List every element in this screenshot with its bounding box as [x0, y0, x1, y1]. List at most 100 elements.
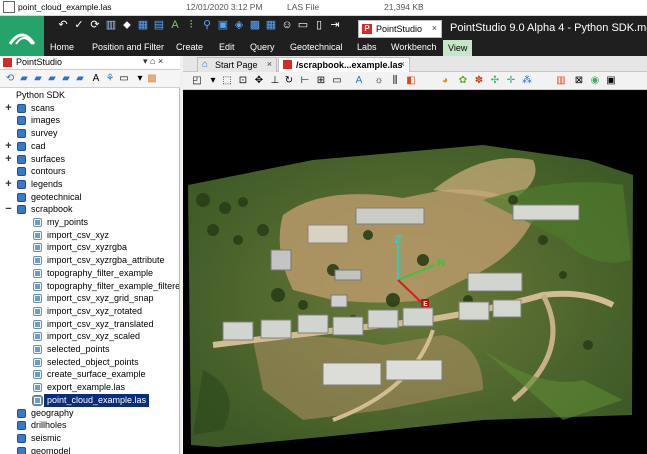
layout-icon[interactable]: ▯	[312, 18, 326, 32]
axis-icon[interactable]: ⊥	[269, 75, 281, 87]
book-icon[interactable]: ▩	[248, 18, 262, 32]
expand-icon[interactable]: +	[4, 140, 13, 152]
tree-item[interactable]: import_csv_xyz_translated	[0, 318, 179, 331]
pin-icon[interactable]: ⚲	[200, 18, 214, 32]
rotate-icon[interactable]: ↻	[283, 75, 295, 87]
tree-item[interactable]: + scans	[0, 102, 179, 115]
menu-labs[interactable]: Labs	[357, 42, 377, 52]
run-icon[interactable]: ✓	[72, 18, 86, 32]
network-icon[interactable]: ✣	[489, 75, 501, 87]
menu-view[interactable]: View	[443, 40, 473, 56]
folder-icon[interactable]: ▰	[46, 73, 58, 85]
tree-item[interactable]: import_csv_xyzrgba	[0, 241, 179, 254]
tab-point-cloud[interactable]: /scrapbook...example.las ×	[278, 57, 410, 72]
text-icon[interactable]: A	[90, 73, 102, 85]
folder-open-icon[interactable]: ▰	[18, 73, 30, 85]
tree-item[interactable]: contours	[0, 165, 179, 178]
menu-home[interactable]: Home	[50, 42, 74, 52]
tree-item[interactable]: import_csv_xyz	[0, 229, 179, 242]
bars-icon[interactable]: ⫼	[389, 75, 401, 87]
tree-item[interactable]: geotechnical	[0, 191, 179, 204]
pan-icon[interactable]: ✥	[253, 75, 265, 87]
user-icon[interactable]: ☺	[280, 18, 294, 32]
point-cloud-render[interactable]: Z N E	[183, 90, 647, 454]
menu-workbench[interactable]: Workbench	[391, 42, 436, 52]
expand-icon[interactable]: +	[4, 102, 13, 114]
pointstudio-window-tab[interactable]: P PointStudio ×	[358, 20, 442, 38]
view-cube-icon[interactable]: ◰	[191, 75, 203, 87]
pattern-icon[interactable]: ▩	[146, 73, 158, 85]
tree-item[interactable]: my_points	[0, 216, 179, 229]
cube-icon[interactable]: ◈	[232, 18, 246, 32]
clipboard-icon[interactable]: ▣	[216, 18, 230, 32]
app-logo[interactable]	[0, 16, 44, 56]
text-icon[interactable]: A	[353, 75, 365, 87]
undo-icon[interactable]: ↶	[56, 18, 70, 32]
grid-icon[interactable]: ▤	[152, 18, 166, 32]
display-icon[interactable]: ▭	[296, 18, 310, 32]
tree-item[interactable]: drillholes	[0, 419, 179, 432]
menu-edit[interactable]: Edit	[219, 42, 235, 52]
bars-icon[interactable]: ▥	[104, 18, 118, 32]
menu-geotechnical[interactable]: Geotechnical	[290, 42, 343, 52]
tree-item[interactable]: import_csv_xyzrgba_attribute	[0, 254, 179, 267]
tree-item[interactable]: geomodel	[0, 445, 179, 454]
tree-root[interactable]: Python SDK	[0, 89, 179, 102]
select-rect-icon[interactable]: ▭	[118, 73, 130, 85]
tree-item[interactable]: create_surface_example	[0, 368, 179, 381]
explorer-file-row[interactable]: point_cloud_example.las 12/01/2020 3:12 …	[0, 0, 647, 16]
tree-item[interactable]: survey	[0, 127, 179, 140]
close-icon[interactable]: ×	[400, 59, 405, 69]
tree-item[interactable]: geography	[0, 407, 179, 420]
snap-icon[interactable]: ✛	[505, 75, 517, 87]
light-icon[interactable]: ☼	[373, 75, 385, 87]
zoom-window-icon[interactable]: ⬚	[221, 75, 233, 87]
tree-item[interactable]: selected_object_points	[0, 356, 179, 369]
tree-item[interactable]: topography_filter_example_filtered	[0, 280, 179, 293]
layers-icon[interactable]: ▦	[136, 18, 150, 32]
tree-item[interactable]: topography_filter_example	[0, 267, 179, 280]
tree-item[interactable]: import_csv_xyz_rotated	[0, 305, 179, 318]
tree-item[interactable]: import_csv_xyz_grid_snap	[0, 292, 179, 305]
tree-item-selected[interactable]: point_cloud_example.las	[0, 393, 179, 407]
paint-icon[interactable]: ✽	[473, 75, 485, 87]
menu-query[interactable]: Query	[250, 42, 275, 52]
record-icon[interactable]: ▥	[555, 75, 567, 87]
folder-icon[interactable]: ▰	[32, 73, 44, 85]
chart-icon[interactable]: ⫶	[184, 18, 198, 32]
tab-start-page[interactable]: ⌂ Start Page ×	[197, 57, 277, 72]
sync-icon[interactable]: ⟲	[4, 73, 16, 85]
dropdown-icon[interactable]: ▾	[134, 73, 146, 85]
close-icon[interactable]: ×	[267, 59, 272, 69]
dropdown-icon[interactable]: ▾	[207, 75, 219, 87]
close-icon[interactable]: ×	[432, 23, 437, 33]
display-icon[interactable]: ▭	[331, 75, 343, 87]
tree-item[interactable]: export_example.las	[0, 381, 179, 394]
tree-item[interactable]: + surfaces	[0, 153, 179, 166]
grid-icon[interactable]: ⊞	[315, 75, 327, 87]
tree-item[interactable]: + legends	[0, 178, 179, 191]
tree-item[interactable]: − scrapbook	[0, 203, 179, 216]
shading-icon[interactable]: ◕	[439, 75, 451, 87]
table-icon[interactable]: ▦	[264, 18, 278, 32]
menu-create[interactable]: Create	[176, 42, 203, 52]
text-icon[interactable]: A	[168, 18, 182, 32]
tree-item[interactable]: + cad	[0, 140, 179, 153]
folder-icon[interactable]: ▰	[60, 73, 72, 85]
tree-item[interactable]: import_csv_xyz_scaled	[0, 330, 179, 343]
refresh-icon[interactable]: ⟳	[88, 18, 102, 32]
zoom-extents-icon[interactable]: ⊡	[237, 75, 249, 87]
measure-icon[interactable]: ⊢	[299, 75, 311, 87]
3d-viewport[interactable]: Z N E	[183, 90, 647, 454]
folder-icon[interactable]: ▰	[74, 73, 86, 85]
tree-item[interactable]: images	[0, 114, 179, 127]
texture-icon[interactable]: ✿	[457, 75, 469, 87]
tree-item[interactable]: seismic	[0, 432, 179, 445]
cloud-icon[interactable]: ⁂	[521, 75, 533, 87]
fill-icon[interactable]: ⬥	[120, 18, 134, 32]
link-icon[interactable]: ⚘	[104, 73, 116, 85]
export-icon[interactable]: ⇥	[328, 18, 342, 32]
expand-icon[interactable]: +	[4, 178, 13, 190]
panel-controls[interactable]: ▾ ⌂ ×	[143, 56, 163, 67]
colour-icon[interactable]: ◧	[405, 75, 417, 87]
